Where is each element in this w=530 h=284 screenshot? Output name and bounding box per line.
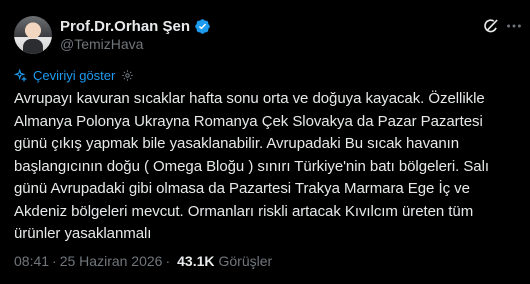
grok-icon xyxy=(484,19,498,33)
tweet-text-line: Almanya Polonya Ukrayna Romanya Çek Slov… xyxy=(14,112,483,130)
tweet-date[interactable]: 25 Haziran 2026 xyxy=(60,253,163,269)
views-count[interactable]: 43.1K xyxy=(177,253,214,269)
tweet-text-line: Akdeniz bölgeleri mevcut. Ormanları risk… xyxy=(14,202,474,220)
more-button[interactable] xyxy=(504,16,524,36)
views-label: Görüşler xyxy=(218,253,273,269)
tweet-text-line: başlangıcının doğu ( Omega Bloğu ) sınır… xyxy=(14,157,489,175)
sparkle-icon xyxy=(14,68,27,82)
tweet-body: Avrupayı kavuran sıcaklar hafta sonu ort… xyxy=(14,88,519,246)
translate-row[interactable]: Çeviriyi göster xyxy=(14,67,134,83)
translate-link[interactable]: Çeviriyi göster xyxy=(33,68,115,83)
tweet-time[interactable]: 08:41 xyxy=(14,253,49,269)
author-row: Prof.Dr.Orhan Şen xyxy=(60,16,211,36)
grok-button[interactable] xyxy=(481,16,501,36)
more-icon xyxy=(507,24,521,28)
meta-separator: · xyxy=(52,253,57,269)
verified-badge-icon[interactable] xyxy=(194,18,211,35)
avatar[interactable] xyxy=(14,16,52,54)
author-handle[interactable]: @TemizHava xyxy=(60,36,143,52)
tweet-text-line: Avrupayı kavuran sıcaklar hafta sonu ort… xyxy=(14,90,485,107)
meta-separator: · xyxy=(165,253,171,269)
tweet: Prof.Dr.Orhan Şen @TemizHava Çeviriyi gö… xyxy=(0,0,530,284)
tweet-meta: 08:41 · 25 Haziran 2026 · 43.1K Görüşler xyxy=(14,253,272,269)
tweet-text-line: günü çıkış yapmak bile yasaklanabilir. A… xyxy=(14,135,460,152)
tweet-text-line: ürünler yasaklanmalı xyxy=(14,225,152,242)
settings-gear-icon[interactable] xyxy=(121,69,134,82)
author-display-name[interactable]: Prof.Dr.Orhan Şen xyxy=(60,18,190,35)
tweet-text-line: günü Avrupadaki gibi olmasa da Pazartesi… xyxy=(14,180,470,197)
